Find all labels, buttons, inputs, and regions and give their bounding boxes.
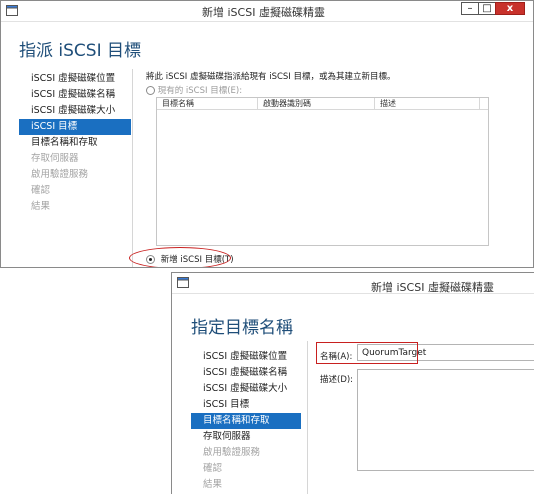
nav-step-1[interactable]: iSCSI 虛擬磁碟位置	[191, 349, 301, 365]
description-label: 描述(D):	[320, 375, 354, 385]
window-title: 新增 iSCSI 虛擬磁碟精靈	[371, 281, 494, 294]
page-title: 指派 iSCSI 目標	[19, 41, 141, 61]
minimize-button[interactable]: –	[461, 2, 479, 15]
existing-target-option[interactable]: 現有的 iSCSI 目標(E):	[146, 84, 242, 96]
wizard-steps-nav: iSCSI 虛擬磁碟位置 iSCSI 虛擬磁碟名稱 iSCSI 虛擬磁碟大小 iSCS…	[191, 349, 301, 493]
nav-step-8: 確認	[203, 463, 223, 474]
description-input[interactable]	[357, 369, 534, 471]
maximize-button[interactable]: □	[478, 2, 496, 15]
page-title: 指定目標名稱	[191, 318, 293, 338]
nav-step-4[interactable]: iSCSI 目標	[19, 119, 131, 135]
existing-targets-table[interactable]: 目標名稱 啟動器識別碼 描述	[156, 97, 489, 246]
window-controls: – □ x	[461, 2, 525, 16]
nav-step-5[interactable]: 目標名稱和存取	[191, 413, 301, 429]
nav-step-7: 啟用驗證服務	[203, 447, 261, 458]
nav-divider	[307, 341, 308, 494]
column-header-initiator-id[interactable]: 啟動器識別碼	[258, 98, 375, 109]
nav-step-9: 結果	[31, 201, 51, 212]
nav-step-4[interactable]: iSCSI 目標	[191, 397, 301, 413]
nav-step-7: 啟用驗證服務	[31, 169, 89, 180]
nav-step-2[interactable]: iSCSI 虛擬磁碟名稱	[191, 365, 301, 381]
nav-step-8: 確認	[31, 185, 51, 196]
existing-target-radio[interactable]	[146, 86, 155, 95]
app-icon	[6, 5, 18, 16]
nav-step-2[interactable]: iSCSI 虛擬磁碟名稱	[19, 87, 131, 103]
wizard-window-assign-target: 新增 iSCSI 虛擬磁碟精靈 – □ x 指派 iSCSI 目標 iSCSI …	[0, 0, 534, 268]
instruction-text: 將此 iSCSI 虛擬磁碟指派給現有 iSCSI 目標，或為其建立新目標。	[146, 72, 396, 82]
table-header: 目標名稱 啟動器識別碼 描述	[157, 98, 488, 110]
window-title: 新增 iSCSI 虛擬磁碟精靈	[202, 6, 325, 19]
close-button[interactable]: x	[495, 2, 525, 15]
title-bar[interactable]: 新增 iSCSI 虛擬磁碟精靈	[172, 273, 534, 294]
nav-step-3[interactable]: iSCSI 虛擬磁碟大小	[191, 381, 301, 397]
column-header-target-name[interactable]: 目標名稱	[157, 98, 258, 109]
wizard-window-target-name: 新增 iSCSI 虛擬磁碟精靈 指定目標名稱 iSCSI 虛擬磁碟位置 iSCSI…	[171, 272, 534, 494]
nav-step-3[interactable]: iSCSI 虛擬磁碟大小	[19, 103, 131, 119]
existing-target-label: 現有的 iSCSI 目標(E):	[157, 86, 243, 96]
title-bar[interactable]: 新增 iSCSI 虛擬磁碟精靈 – □ x	[1, 1, 533, 22]
wizard-steps-nav: iSCSI 虛擬磁碟位置 iSCSI 虛擬磁碟名稱 iSCSI 虛擬磁碟大小 iSCS…	[19, 71, 131, 215]
highlight-box	[316, 342, 418, 364]
nav-step-1[interactable]: iSCSI 虛擬磁碟位置	[19, 71, 131, 87]
nav-step-6: 存取伺服器	[31, 153, 79, 164]
column-header-description[interactable]: 描述	[375, 98, 480, 109]
nav-step-6[interactable]: 存取伺服器	[191, 429, 301, 445]
app-icon	[177, 277, 189, 288]
nav-step-5[interactable]: 目標名稱和存取	[19, 135, 131, 151]
highlight-circle	[129, 247, 231, 267]
nav-divider	[132, 69, 133, 267]
nav-step-9: 結果	[203, 479, 223, 490]
